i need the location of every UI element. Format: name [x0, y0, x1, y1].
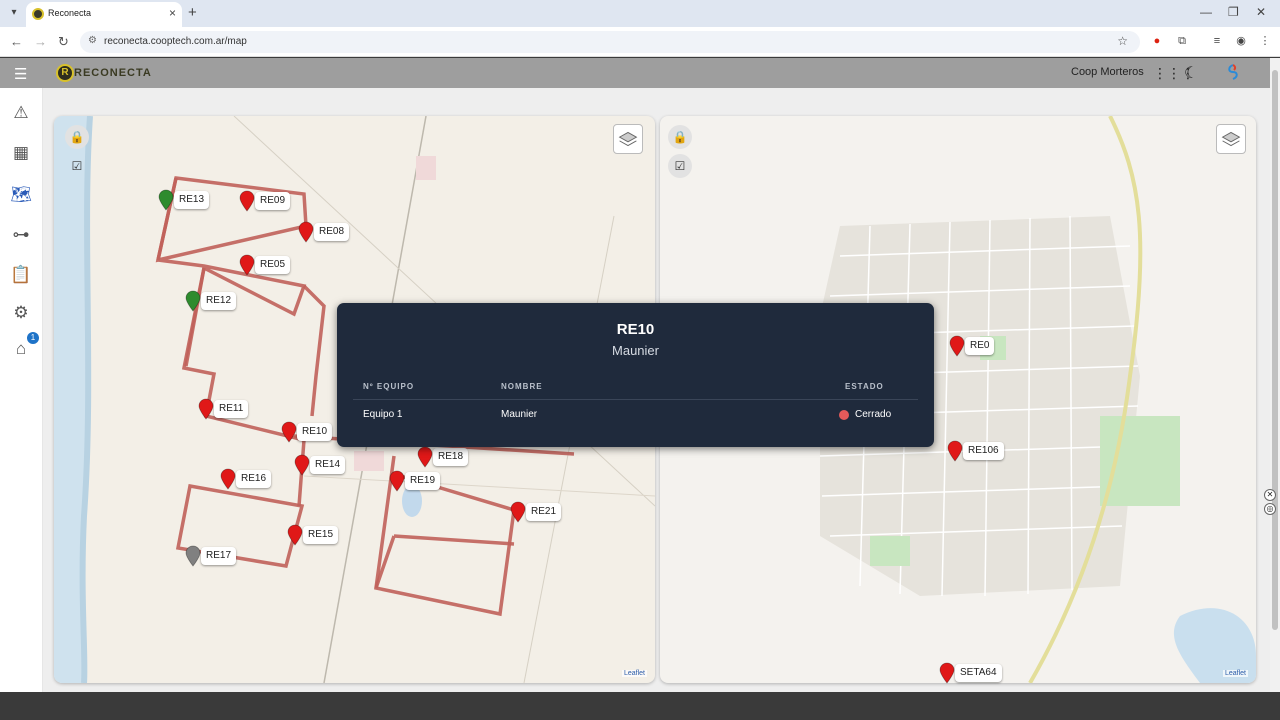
dark-mode-moon-icon[interactable]: ☾: [1184, 63, 1198, 83]
media-icon[interactable]: ≡: [1210, 34, 1224, 48]
browser-tab[interactable]: Reconecta ×: [26, 2, 182, 27]
brand-swirl-icon[interactable]: [1226, 64, 1240, 80]
sidebar-settings-gears-icon[interactable]: ⚙: [10, 302, 32, 324]
map-marker-label[interactable]: RE05: [255, 256, 291, 274]
sidebar: ⚠ ▦ 🗺 ⊶ 📋 ⚙ ⌂ 1: [0, 88, 43, 692]
tab-title: Reconecta: [48, 8, 92, 18]
browser-menu-icon[interactable]: ⋮: [1258, 34, 1272, 48]
sidebar-map-icon[interactable]: 🗺: [10, 184, 32, 206]
tab-search-icon[interactable]: ▾: [6, 5, 22, 21]
map-marker-label[interactable]: RE13: [174, 191, 210, 209]
map-lock-icon[interactable]: 🔒: [65, 125, 89, 149]
taskbar: [0, 692, 1280, 720]
back-icon[interactable]: ←: [10, 34, 23, 49]
new-tab-icon[interactable]: +: [188, 4, 197, 21]
map-layers-icon[interactable]: [1216, 124, 1246, 154]
sidebar-network-tree-icon[interactable]: ⊶: [10, 224, 32, 246]
map-marker-pin-icon[interactable]: [158, 189, 174, 211]
map-marker-label[interactable]: RE11: [214, 400, 249, 418]
logo-mark-icon: R: [56, 64, 74, 82]
map-marker-pin-icon[interactable]: [239, 190, 255, 212]
map-marker-pin-icon[interactable]: [298, 221, 314, 243]
side-widget-icon[interactable]: ◎: [1264, 503, 1276, 515]
map-marker-pin-icon[interactable]: [281, 421, 297, 443]
map-marker-pin-icon[interactable]: [389, 470, 405, 492]
map-marker-pin-icon[interactable]: [294, 454, 310, 476]
address-bar[interactable]: ⚙ reconecta.cooptech.com.ar/map ☆: [80, 31, 1140, 53]
map-marker-pin-icon[interactable]: [417, 446, 433, 468]
map-lock-icon[interactable]: 🔒: [668, 125, 692, 149]
map-marker-label[interactable]: RE19: [405, 472, 441, 490]
site-info-icon[interactable]: ⚙: [88, 35, 97, 46]
app-header: ☰ R RECONECTA Coop Morteros ⋮⋮⋮ ☾: [0, 58, 1270, 88]
popup-divider: [353, 399, 918, 400]
sidebar-alerts-warning-icon[interactable]: ⚠: [10, 102, 32, 124]
map-marker-pin-icon[interactable]: [198, 398, 214, 420]
map-marker-label[interactable]: RE09: [255, 192, 291, 210]
popup-column-estado: ESTADO: [845, 382, 884, 391]
url-text: reconecta.cooptech.com.ar/map: [104, 36, 247, 47]
status-dot: [839, 410, 849, 420]
map-attribution-link[interactable]: Leaflet: [1222, 670, 1248, 677]
map-marker-pin-icon[interactable]: [185, 290, 201, 312]
map-layers-icon[interactable]: [613, 124, 643, 154]
minimize-icon[interactable]: —: [1200, 5, 1212, 19]
map-marker-label[interactable]: RE16: [236, 470, 272, 488]
close-window-icon[interactable]: ✕: [1256, 5, 1266, 19]
map-marker-label[interactable]: RE12: [201, 292, 237, 310]
map-marker-label[interactable]: RE21: [526, 503, 562, 521]
map-marker-label[interactable]: RE18: [433, 448, 469, 466]
page-scrollbar[interactable]: [1270, 58, 1280, 692]
reconecta-favicon-icon: [32, 8, 44, 20]
map-marker-pin-icon[interactable]: [510, 501, 526, 523]
map-marker-label[interactable]: RE14: [310, 456, 346, 474]
popup-cell-equipo: Equipo 1: [363, 409, 403, 420]
map-marker-label[interactable]: RE0: [965, 337, 995, 355]
organization-name[interactable]: Coop Morteros: [1071, 66, 1144, 78]
hamburger-menu-icon[interactable]: ☰: [14, 65, 27, 83]
popup-column-nombre: NOMBRE: [501, 382, 543, 391]
bookmark-star-icon[interactable]: ☆: [1117, 34, 1128, 48]
popup-cell-estado: Cerrado: [855, 409, 892, 420]
map-marker-label[interactable]: RE08: [314, 223, 350, 241]
logo-text: RECONECTA: [74, 67, 152, 79]
map-marker-pin-icon[interactable]: [947, 440, 963, 462]
close-tab-icon[interactable]: ×: [169, 6, 176, 20]
sidebar-dashboard-icon[interactable]: ▦: [10, 142, 32, 164]
opera-extension-icon[interactable]: ●: [1150, 34, 1164, 48]
map-marker-label[interactable]: RE17: [201, 547, 237, 565]
browser-tab-bar: ▾ Reconecta × + — ❐ ✕: [0, 0, 1280, 27]
browser-toolbar: ← → ↻ ⚙ reconecta.cooptech.com.ar/map ☆ …: [0, 27, 1280, 57]
map-marker-label[interactable]: RE106: [963, 442, 1004, 460]
scrollbar-thumb[interactable]: [1272, 70, 1278, 630]
popup-subtitle: Maunier: [612, 343, 659, 358]
sidebar-clipboard-icon[interactable]: 📋: [10, 264, 32, 286]
map-marker-pin-icon[interactable]: [185, 545, 201, 567]
popup-title: RE10: [616, 321, 655, 338]
map-marker-pin-icon[interactable]: [949, 335, 965, 357]
map-marker-label[interactable]: RE15: [303, 526, 339, 544]
forward-icon[interactable]: →: [34, 34, 47, 49]
map-marker-pin-icon[interactable]: [287, 524, 303, 546]
map-checklist-icon[interactable]: ☑: [65, 154, 89, 178]
map-attribution-link[interactable]: Leaflet: [621, 670, 647, 677]
close-side-widget-icon[interactable]: ✕: [1264, 489, 1276, 501]
map-marker-label[interactable]: SETA64: [955, 664, 1002, 682]
map-marker-pin-icon[interactable]: [239, 254, 255, 276]
popup-column-equipo: Nº EQUIPO: [363, 382, 415, 391]
restore-icon[interactable]: ❐: [1228, 5, 1239, 19]
map-marker-label[interactable]: RE10: [297, 423, 333, 441]
profile-avatar-icon[interactable]: ◉: [1234, 34, 1248, 48]
map-checklist-icon[interactable]: ☑: [668, 154, 692, 178]
map-marker-pin-icon[interactable]: [220, 468, 236, 490]
extensions-icon[interactable]: ⧉: [1175, 34, 1189, 48]
map-marker-pin-icon[interactable]: [939, 662, 955, 684]
marker-popup[interactable]: RE10 Maunier Nº EQUIPO NOMBRE ESTADO Equ…: [337, 303, 934, 447]
sidebar-notification-badge: 1: [27, 332, 39, 344]
popup-cell-nombre: Maunier: [501, 409, 538, 420]
reload-icon[interactable]: ↻: [58, 34, 69, 50]
